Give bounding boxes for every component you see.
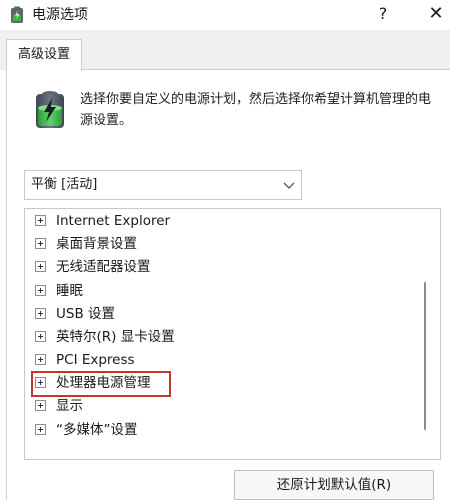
tree-item-label: PCI Express xyxy=(56,352,135,368)
title-bar: 电源选项 ? ✕ xyxy=(0,0,450,30)
expand-plus-icon[interactable] xyxy=(35,284,46,296)
expand-plus-icon[interactable] xyxy=(35,237,46,249)
expand-plus-icon[interactable] xyxy=(35,330,46,342)
battery-icon xyxy=(36,91,64,128)
restore-defaults-button[interactable]: 还原计划默认值(R) xyxy=(234,470,434,500)
tree-item-pci-express[interactable]: PCI Express xyxy=(35,349,135,371)
description-text: 选择你要自定义的电源计划，然后选择你希望计算机管理的电源设置。 xyxy=(80,92,432,128)
plan-selected-value: 平衡 [活动] xyxy=(31,177,98,192)
expand-plus-icon[interactable] xyxy=(35,423,46,435)
tree-item-display[interactable]: 显示 xyxy=(35,395,83,417)
tree-item-label: Internet Explorer xyxy=(56,213,171,229)
tree-item-wireless-adapter[interactable]: 无线适配器设置 xyxy=(35,256,151,278)
tree-item-label: 英特尔(R) 显卡设置 xyxy=(56,329,175,345)
tree-item-label: “多媒体”设置 xyxy=(56,422,138,438)
close-button[interactable]: ✕ xyxy=(424,2,448,26)
help-button[interactable]: ? xyxy=(371,2,395,26)
tab-strip: 高级设置 xyxy=(0,30,450,71)
tree-item-desktop-background[interactable]: 桌面背景设置 xyxy=(35,233,137,255)
tree-item-sleep[interactable]: 睡眠 xyxy=(35,280,83,302)
window-title: 电源选项 xyxy=(32,7,88,23)
tree-item-label: 无线适配器设置 xyxy=(56,259,151,275)
tree-item-multimedia[interactable]: “多媒体”设置 xyxy=(35,419,138,441)
chevron-down-icon xyxy=(283,182,295,189)
tree-scrollbar[interactable] xyxy=(424,282,426,430)
tree-item-usb[interactable]: USB 设置 xyxy=(35,303,115,325)
highlight-annotation xyxy=(31,371,171,397)
expand-plus-icon[interactable] xyxy=(35,399,46,411)
tree-item-label: 显示 xyxy=(56,398,83,414)
tree-item-label: USB 设置 xyxy=(56,306,116,322)
settings-tree[interactable]: Internet Explorer 桌面背景设置 无线适配器设置 睡眠 USB … xyxy=(24,208,441,460)
power-plan-select[interactable]: 平衡 [活动] xyxy=(24,170,302,200)
tree-item-intel-graphics[interactable]: 英特尔(R) 显卡设置 xyxy=(35,326,175,348)
tree-item-label: 睡眠 xyxy=(56,283,83,299)
tab-advanced-settings[interactable]: 高级设置 xyxy=(6,39,82,71)
expand-plus-icon[interactable] xyxy=(35,353,46,365)
tree-item-internet-explorer[interactable]: Internet Explorer xyxy=(35,210,170,232)
tree-item-label: 桌面背景设置 xyxy=(56,236,137,252)
expand-plus-icon[interactable] xyxy=(35,307,46,319)
expand-plus-icon[interactable] xyxy=(35,260,46,272)
power-options-icon xyxy=(11,6,23,23)
expand-plus-icon[interactable] xyxy=(35,214,46,226)
